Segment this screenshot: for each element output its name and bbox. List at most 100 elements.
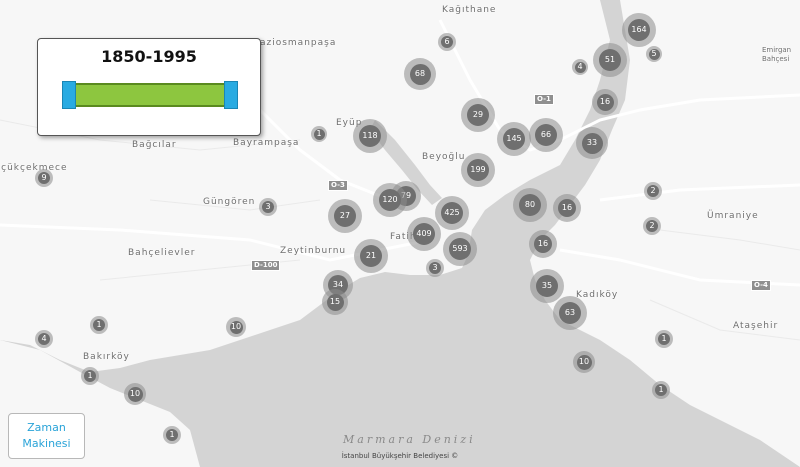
cluster-marker[interactable]: 1 bbox=[652, 381, 670, 399]
cluster-count: 145 bbox=[503, 128, 525, 150]
cluster-count: 1 bbox=[655, 384, 667, 396]
cluster-marker[interactable]: 2 bbox=[644, 182, 662, 200]
cluster-count: 1 bbox=[93, 319, 105, 331]
cluster-marker[interactable]: 10 bbox=[573, 351, 595, 373]
cluster-marker[interactable]: 4 bbox=[35, 330, 53, 348]
place-label-gungoren: Güngören bbox=[203, 197, 256, 207]
time-machine-label-line2: Makinesi bbox=[22, 437, 71, 450]
cluster-marker[interactable]: 10 bbox=[124, 383, 146, 405]
cluster-count: 15 bbox=[326, 293, 344, 311]
place-label-bahcelievler: Bahçelievler bbox=[128, 248, 196, 258]
place-label-gaziosmanpasa: Gaziosmanpaşa bbox=[252, 38, 337, 48]
cluster-marker[interactable]: 3 bbox=[259, 198, 277, 216]
range-track[interactable] bbox=[64, 83, 236, 107]
range-start-handle[interactable] bbox=[62, 81, 76, 109]
cluster-count: 29 bbox=[467, 104, 489, 126]
cluster-count: 66 bbox=[535, 124, 557, 146]
place-label-emirgan: Emirgan Bahçesi bbox=[762, 46, 792, 63]
cluster-count: 16 bbox=[558, 199, 576, 217]
cluster-count: 3 bbox=[429, 262, 441, 274]
cluster-marker[interactable]: 6 bbox=[438, 33, 456, 51]
place-label-beyoglu: Beyoğlu bbox=[422, 152, 466, 162]
cluster-count: 51 bbox=[599, 49, 621, 71]
cluster-marker[interactable]: 118 bbox=[353, 119, 387, 153]
sea-label: Marmara Denizi bbox=[343, 433, 476, 446]
cluster-count: 2 bbox=[647, 185, 659, 197]
cluster-marker[interactable]: 15 bbox=[322, 289, 348, 315]
cluster-marker[interactable]: 425 bbox=[435, 196, 469, 230]
cluster-marker[interactable]: 51 bbox=[593, 43, 627, 77]
road-shield-o1: O-1 bbox=[534, 94, 554, 105]
time-machine-label-line1: Zaman bbox=[27, 421, 66, 434]
cluster-marker[interactable]: 68 bbox=[404, 58, 436, 90]
cluster-marker[interactable]: 164 bbox=[622, 13, 656, 47]
cluster-count: 593 bbox=[449, 238, 471, 260]
cluster-count: 4 bbox=[38, 333, 50, 345]
cluster-marker[interactable]: 1 bbox=[90, 316, 108, 334]
cluster-marker[interactable]: 16 bbox=[553, 194, 581, 222]
cluster-count: 6 bbox=[441, 36, 453, 48]
road-shield-o3: O-3 bbox=[328, 180, 348, 191]
cluster-count: 164 bbox=[628, 19, 650, 41]
cluster-count: 1 bbox=[84, 370, 96, 382]
cluster-marker[interactable]: 1 bbox=[655, 330, 673, 348]
cluster-count: 120 bbox=[379, 189, 401, 211]
cluster-marker[interactable]: 593 bbox=[443, 232, 477, 266]
cluster-marker[interactable]: 409 bbox=[407, 217, 441, 251]
cluster-marker[interactable]: 3 bbox=[426, 259, 444, 277]
cluster-count: 5 bbox=[648, 48, 660, 60]
place-label-umraniye: Ümraniye bbox=[707, 211, 759, 221]
cluster-marker[interactable]: 21 bbox=[354, 239, 388, 273]
place-label-kadikoy: Kadıköy bbox=[576, 290, 619, 300]
cluster-count: 409 bbox=[413, 223, 435, 245]
cluster-count: 425 bbox=[441, 202, 463, 224]
place-label-bakirkoy: Bakırköy bbox=[83, 352, 130, 362]
cluster-count: 1 bbox=[166, 429, 178, 441]
cluster-count: 35 bbox=[536, 275, 558, 297]
cluster-count: 3 bbox=[262, 201, 274, 213]
cluster-marker[interactable]: 1 bbox=[311, 126, 327, 142]
cluster-marker[interactable]: 10 bbox=[226, 317, 246, 337]
cluster-count: 33 bbox=[581, 132, 603, 154]
cluster-count: 63 bbox=[559, 302, 581, 324]
cluster-marker[interactable]: 199 bbox=[461, 153, 495, 187]
cluster-marker[interactable]: 35 bbox=[530, 269, 564, 303]
cluster-count: 4 bbox=[574, 61, 586, 73]
cluster-count: 199 bbox=[467, 159, 489, 181]
cluster-count: 21 bbox=[360, 245, 382, 267]
cluster-marker[interactable]: 2 bbox=[643, 217, 661, 235]
cluster-marker[interactable]: 9 bbox=[35, 169, 53, 187]
cluster-marker[interactable]: 66 bbox=[529, 118, 563, 152]
cluster-marker[interactable]: 80 bbox=[513, 188, 547, 222]
cluster-count: 16 bbox=[534, 235, 552, 253]
cluster-marker[interactable]: 27 bbox=[328, 199, 362, 233]
cluster-marker[interactable]: 145 bbox=[497, 122, 531, 156]
cluster-marker[interactable]: 16 bbox=[592, 89, 618, 115]
road-shield-d100: D-100 bbox=[251, 260, 281, 271]
cluster-marker[interactable]: 29 bbox=[461, 98, 495, 132]
cluster-count: 80 bbox=[519, 194, 541, 216]
cluster-marker[interactable]: 5 bbox=[646, 46, 662, 62]
range-end-handle[interactable] bbox=[224, 81, 238, 109]
place-label-zeytinburnu: Zeytinburnu bbox=[280, 246, 347, 256]
cluster-marker[interactable]: 33 bbox=[576, 127, 608, 159]
cluster-marker[interactable]: 4 bbox=[572, 59, 588, 75]
cluster-count: 2 bbox=[646, 220, 658, 232]
cluster-count: 27 bbox=[334, 205, 356, 227]
place-label-kagithane: Kağıthane bbox=[442, 5, 497, 15]
cluster-count: 10 bbox=[576, 354, 592, 370]
range-title: 1850-1995 bbox=[101, 47, 197, 66]
place-label-bayrampasa: Bayrampaşa bbox=[233, 138, 300, 148]
cluster-marker[interactable]: 1 bbox=[163, 426, 181, 444]
cluster-marker[interactable]: 1 bbox=[81, 367, 99, 385]
cluster-marker[interactable]: 120 bbox=[373, 183, 407, 217]
attribution: İstanbul Büyükşehir Belediyesi © bbox=[341, 452, 459, 460]
place-label-kucukcekmece: Küçükçekmece bbox=[0, 163, 68, 173]
cluster-count: 10 bbox=[229, 320, 243, 334]
cluster-count: 10 bbox=[127, 386, 143, 402]
cluster-marker[interactable]: 16 bbox=[529, 230, 557, 258]
road-shield-o4: O-4 bbox=[751, 280, 771, 291]
cluster-marker[interactable]: 63 bbox=[553, 296, 587, 330]
cluster-count: 1 bbox=[658, 333, 670, 345]
cluster-count: 16 bbox=[596, 93, 614, 111]
